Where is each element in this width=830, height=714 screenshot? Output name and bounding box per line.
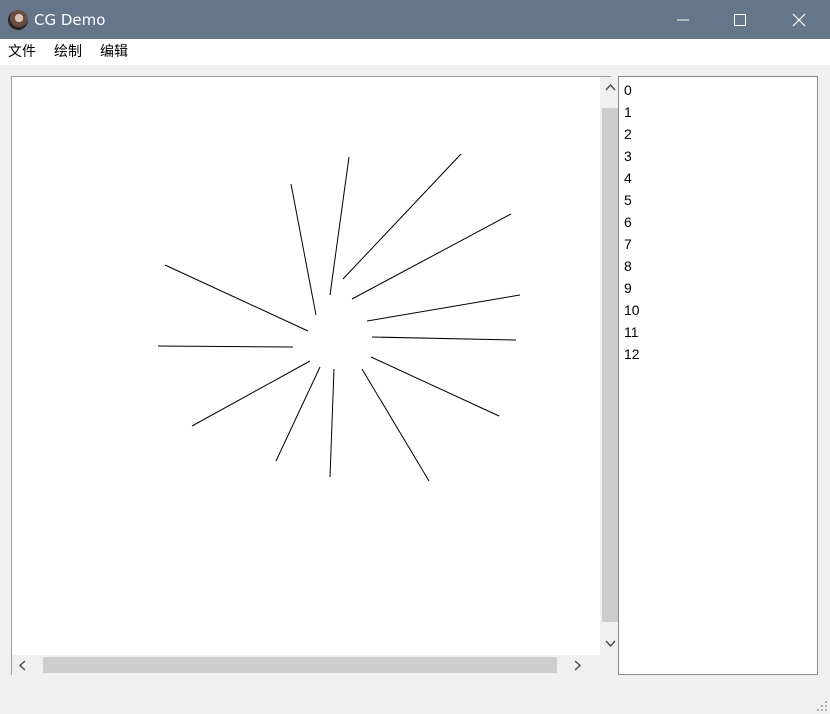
scroll-right-icon[interactable]: [574, 660, 582, 671]
drawn-line-9[interactable]: [191, 360, 311, 427]
list-item[interactable]: 12: [624, 343, 640, 365]
drawn-line-4[interactable]: [371, 336, 517, 341]
list-item[interactable]: 5: [624, 189, 632, 211]
scroll-up-icon[interactable]: [605, 83, 616, 91]
window-title: CG Demo: [34, 11, 106, 29]
list-item[interactable]: 4: [624, 167, 632, 189]
drawn-line-10[interactable]: [157, 345, 294, 348]
menu-bar: 文件 绘制 编辑: [0, 39, 830, 65]
vertical-scroll-thumb[interactable]: [602, 108, 619, 622]
scroll-down-icon[interactable]: [605, 640, 616, 648]
drawing-canvas[interactable]: [12, 77, 600, 655]
maximize-button[interactable]: [711, 0, 769, 39]
horizontal-scrollbar[interactable]: [12, 655, 600, 675]
scroll-left-icon[interactable]: [18, 660, 26, 671]
drawn-line-1[interactable]: [342, 153, 462, 280]
app-icon: [8, 10, 28, 30]
minimize-icon: [677, 19, 689, 21]
drawing-canvas-frame: [11, 76, 621, 675]
maximize-icon: [734, 14, 746, 26]
close-button[interactable]: [770, 0, 828, 39]
drawn-line-2[interactable]: [351, 213, 512, 300]
drawn-line-8[interactable]: [275, 366, 321, 462]
drawn-line-12[interactable]: [290, 183, 317, 316]
resize-grip-icon[interactable]: [816, 700, 828, 712]
list-item[interactable]: 3: [624, 145, 632, 167]
item-list[interactable]: 0 1 2 3 4 5 6 7 8 9 10 11 12: [618, 76, 818, 675]
drawn-line-6[interactable]: [361, 368, 430, 482]
drawn-line-0[interactable]: [329, 156, 350, 296]
horizontal-scroll-thumb[interactable]: [43, 657, 557, 673]
list-item[interactable]: 2: [624, 123, 632, 145]
title-bar[interactable]: CG Demo: [0, 0, 830, 39]
menu-draw[interactable]: 绘制: [54, 43, 82, 61]
drawn-line-5[interactable]: [370, 356, 500, 417]
drawn-line-3[interactable]: [366, 294, 521, 322]
list-item[interactable]: 10: [624, 299, 640, 321]
list-item[interactable]: 0: [624, 79, 632, 101]
menu-file[interactable]: 文件: [8, 43, 36, 61]
list-item[interactable]: 1: [624, 101, 632, 123]
menu-edit[interactable]: 编辑: [100, 43, 128, 61]
list-item[interactable]: 6: [624, 211, 632, 233]
list-item[interactable]: 8: [624, 255, 632, 277]
list-item[interactable]: 7: [624, 233, 632, 255]
close-icon: [792, 13, 806, 27]
list-item[interactable]: 9: [624, 277, 632, 299]
minimize-button[interactable]: [654, 0, 712, 39]
list-item[interactable]: 11: [624, 321, 639, 343]
drawn-line-11[interactable]: [164, 264, 309, 332]
drawn-line-7[interactable]: [329, 368, 335, 478]
